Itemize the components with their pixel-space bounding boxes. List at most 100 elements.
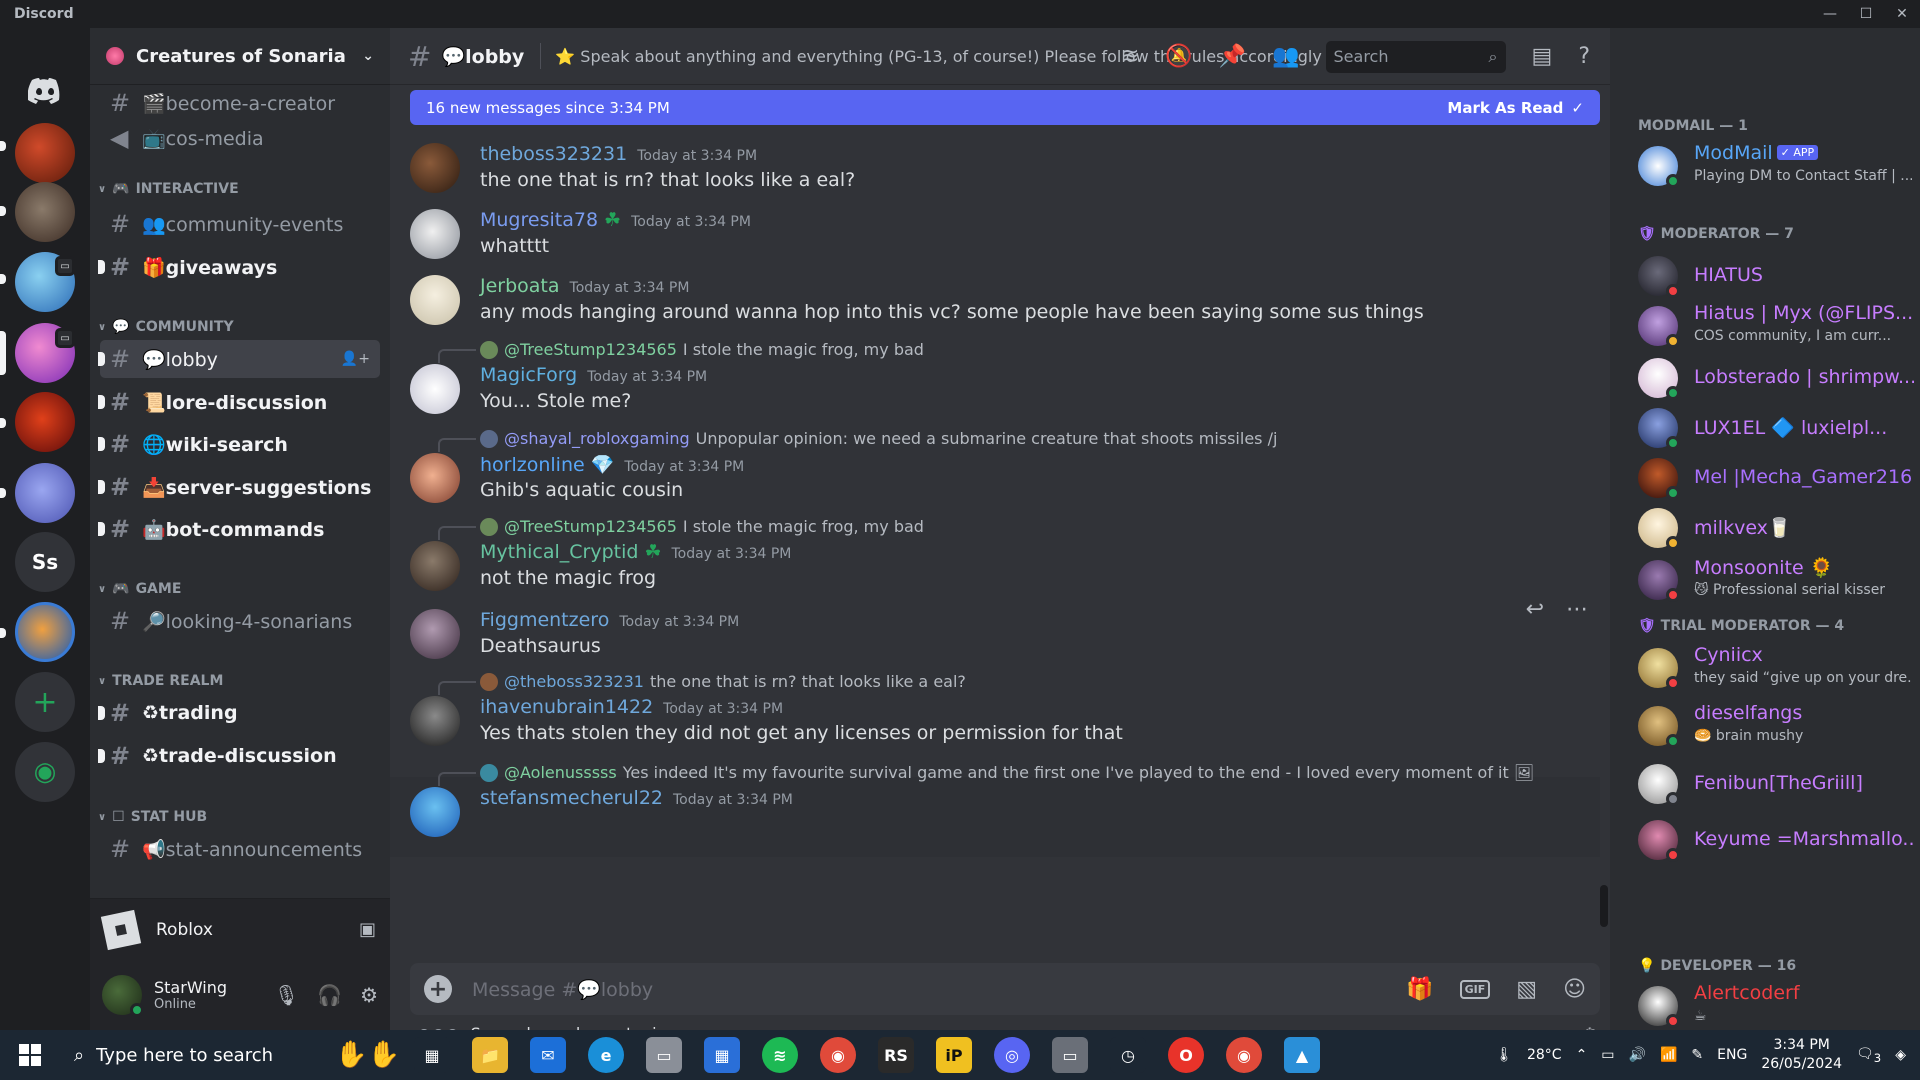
server-icon-ss[interactable]: Ss bbox=[15, 532, 75, 592]
avatar[interactable] bbox=[410, 787, 460, 837]
edge-icon[interactable]: e bbox=[588, 1037, 624, 1073]
category-game[interactable]: ∨ 🎮 GAME bbox=[98, 581, 181, 597]
app-icon[interactable]: iP bbox=[936, 1037, 972, 1073]
inbox-icon[interactable]: ▤ bbox=[1532, 44, 1553, 69]
member-item[interactable]: Mel |Mecha_Gamer216| bbox=[1638, 454, 1918, 508]
pen-icon[interactable]: ✎ bbox=[1691, 1047, 1703, 1063]
gear-icon[interactable]: ⚙ bbox=[360, 983, 378, 1007]
battery-icon[interactable]: ▭ bbox=[1601, 1047, 1614, 1063]
reply-preview[interactable]: @TreeStump1234565 I stole the magic frog,… bbox=[480, 340, 924, 359]
channel-bot-commands[interactable]: # 🤖bot-commands bbox=[98, 510, 380, 548]
discord-home-icon[interactable] bbox=[15, 61, 75, 121]
channel-stat-announcements[interactable]: # 📢stat-announcements bbox=[100, 830, 380, 868]
member-item[interactable]: Keyume =Marshmallo... bbox=[1638, 816, 1918, 870]
reply-preview[interactable]: @theboss323231 the one that is rn? that l… bbox=[480, 672, 966, 691]
start-button[interactable] bbox=[0, 1030, 60, 1080]
message-input[interactable]: Message #💬lobby bbox=[472, 978, 653, 1001]
member-list-icon[interactable]: 👥 bbox=[1272, 44, 1299, 69]
app-icon[interactable]: ▲ bbox=[1284, 1037, 1320, 1073]
server-icon[interactable] bbox=[15, 123, 75, 183]
close-button[interactable]: ✕ bbox=[1884, 0, 1920, 28]
maximize-button[interactable]: ☐ bbox=[1848, 0, 1884, 28]
server-icon[interactable] bbox=[15, 392, 75, 452]
category-trade-realm[interactable]: ∨ TRADE REALM bbox=[98, 673, 223, 689]
chevron-down-icon[interactable]: ⌄ bbox=[362, 48, 374, 64]
message-author[interactable]: theboss323231 Today at 3:34 PM bbox=[480, 143, 757, 165]
channel-community-events[interactable]: # 👥community-events bbox=[100, 205, 380, 243]
message-author[interactable]: stefansmecherul22 Today at 3:34 PM bbox=[480, 787, 793, 809]
server-icon[interactable] bbox=[15, 463, 75, 523]
notification-bell-icon[interactable]: 🔕 bbox=[1165, 44, 1192, 69]
scrollbar[interactable] bbox=[1600, 885, 1608, 927]
microphone-icon[interactable]: 🎙 bbox=[274, 983, 299, 1007]
reply-icon[interactable]: ↩ bbox=[1526, 597, 1544, 622]
member-item[interactable]: dieselfangs 🥯 brain mushy bbox=[1638, 702, 1918, 756]
stream-icon[interactable]: ▣ bbox=[359, 919, 376, 940]
avatar[interactable] bbox=[410, 453, 460, 503]
discord-taskbar-icon[interactable]: ◎ bbox=[994, 1037, 1030, 1073]
chrome-icon[interactable]: ◉ bbox=[820, 1037, 856, 1073]
weather-temp[interactable]: 28°C bbox=[1527, 1047, 1562, 1063]
sticker-icon[interactable]: ▧ bbox=[1516, 977, 1537, 1002]
member-item[interactable]: HIATUS bbox=[1638, 252, 1918, 306]
discover-icon[interactable]: ◉ bbox=[15, 742, 75, 802]
member-item[interactable]: Hiatus | Myx (@FLIPS... COS community, I… bbox=[1638, 302, 1918, 356]
avatar[interactable] bbox=[410, 275, 460, 325]
channel-server-suggestions[interactable]: # 📥server-suggestions bbox=[98, 468, 380, 506]
reply-preview[interactable]: @TreeStump1234565 I stole the magic frog,… bbox=[480, 517, 924, 536]
emoji-icon[interactable]: ☺ bbox=[1563, 977, 1586, 1002]
avatar[interactable] bbox=[410, 209, 460, 259]
message-author[interactable]: Mythical_Cryptid ☘ Today at 3:34 PM bbox=[480, 541, 791, 563]
channel-become-a-creator[interactable]: # 🎬become-a-creator bbox=[100, 85, 380, 122]
member-item[interactable]: ModMail ✓ APP Playing DM to Contact Staff… bbox=[1638, 142, 1918, 196]
gif-icon[interactable]: GIF bbox=[1459, 979, 1491, 999]
spotify-icon[interactable]: ≋ bbox=[762, 1037, 798, 1073]
avatar[interactable] bbox=[410, 609, 460, 659]
avatar[interactable] bbox=[410, 696, 460, 746]
clock[interactable]: 3:34 PM 26/05/2024 bbox=[1761, 1036, 1842, 1074]
server-header[interactable]: Creatures of Sonaria ⌄ bbox=[90, 28, 390, 85]
reply-preview[interactable]: @Aolenusssss Yes indeed It's my favourite… bbox=[480, 763, 1534, 782]
avatar[interactable] bbox=[410, 364, 460, 414]
channel-lore-discussion[interactable]: # 📜lore-discussion bbox=[98, 383, 380, 421]
add-server-icon[interactable]: + bbox=[15, 672, 75, 732]
weather-icon[interactable]: 🌡 bbox=[1495, 1047, 1513, 1063]
message-author[interactable]: Figgmentzero Today at 3:34 PM bbox=[480, 609, 739, 631]
avatar[interactable] bbox=[410, 541, 460, 591]
member-item[interactable]: Cyniicx they said “give up on your dre..… bbox=[1638, 644, 1918, 698]
notification-icon[interactable]: 🗨3 bbox=[1856, 1046, 1881, 1065]
app-icon[interactable]: ▭ bbox=[646, 1037, 682, 1073]
chrome-icon[interactable]: ◉ bbox=[1226, 1037, 1262, 1073]
avatar[interactable] bbox=[102, 975, 144, 1017]
message-author[interactable]: Jerboata Today at 3:34 PM bbox=[480, 275, 689, 297]
minimize-button[interactable]: — bbox=[1812, 0, 1848, 28]
mail-icon[interactable]: ✉ bbox=[530, 1037, 566, 1073]
store-icon[interactable]: ▦ bbox=[704, 1037, 740, 1073]
member-item[interactable]: Fenibun[TheGriill] bbox=[1638, 760, 1918, 814]
search-input[interactable]: Search bbox=[1334, 47, 1389, 66]
member-item[interactable]: milkvex🥛 bbox=[1638, 504, 1918, 558]
member-item[interactable]: Monsoonite 🌻 😼 Professional serial kisse… bbox=[1638, 556, 1918, 610]
reply-preview[interactable]: @shayal_robloxgaming Unpopular opinion: w… bbox=[480, 429, 1277, 448]
channel-trade-discussion[interactable]: # ♻trade-discussion bbox=[98, 737, 380, 775]
message-author[interactable]: ihavenubrain1422 Today at 3:34 PM bbox=[480, 696, 783, 718]
pin-icon[interactable]: 📌 bbox=[1219, 44, 1246, 69]
channel-wiki-search[interactable]: # 🌐wiki-search bbox=[98, 425, 380, 463]
taskbar-search[interactable]: ⌕ Type here to search ✋✋ bbox=[60, 1030, 400, 1080]
member-item[interactable]: LUX1EL 🔷 luxielpl... bbox=[1638, 404, 1918, 458]
message-author[interactable]: horlzonline 💎 Today at 3:34 PM bbox=[480, 453, 744, 476]
opera-icon[interactable]: O bbox=[1168, 1037, 1204, 1073]
channel-trading[interactable]: # ♻trading bbox=[98, 694, 380, 732]
channel-giveaways[interactable]: # 🎁giveaways bbox=[98, 248, 380, 286]
app-icon[interactable]: ▭ bbox=[1052, 1037, 1088, 1073]
threads-icon[interactable]: ≋ bbox=[1121, 44, 1139, 69]
category-community[interactable]: ∨ 💬 COMMUNITY bbox=[98, 319, 234, 335]
message-author[interactable]: MagicForg Today at 3:34 PM bbox=[480, 364, 707, 386]
member-item[interactable]: Alertcoderf ☕ bbox=[1638, 982, 1918, 1030]
category-interactive[interactable]: ∨ 🎮 INTERACTIVE bbox=[98, 181, 239, 197]
server-icon[interactable] bbox=[15, 182, 75, 242]
search-box[interactable]: Search ⌕ bbox=[1325, 40, 1506, 73]
mark-as-read-button[interactable]: Mark As Read bbox=[1447, 99, 1563, 117]
avatar[interactable] bbox=[410, 143, 460, 193]
new-messages-bar[interactable]: 16 new messages since 3:34 PM Mark As Re… bbox=[410, 90, 1600, 125]
